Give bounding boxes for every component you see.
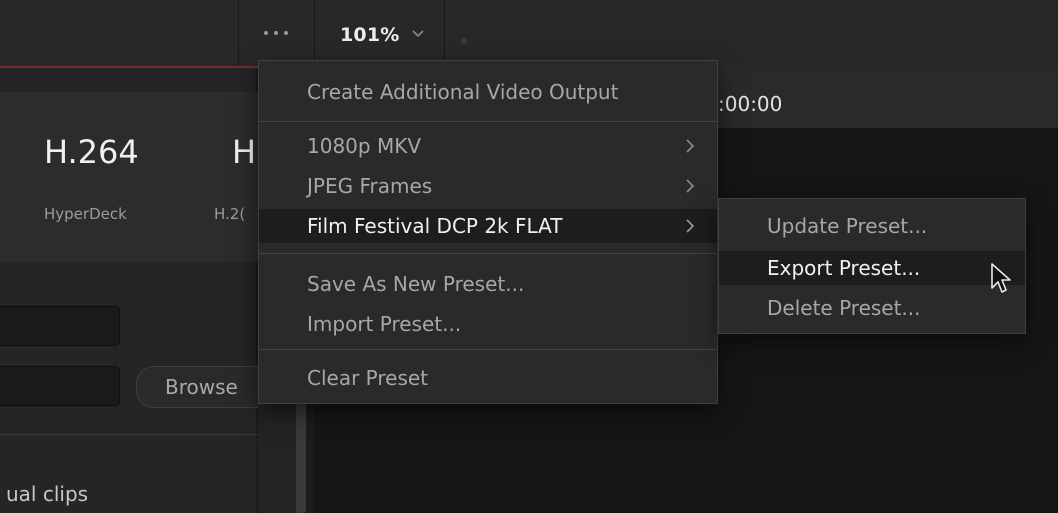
more-options-icon[interactable]	[250, 22, 302, 44]
preset-subtitle: H.2(	[214, 205, 246, 223]
menu-item-label: Film Festival DCP 2k FLAT	[307, 214, 563, 238]
menu-item-label: Create Additional Video Output	[307, 80, 619, 104]
preset-submenu: Update Preset... Export Preset... Delete…	[718, 198, 1026, 334]
browse-button[interactable]: Browse	[136, 366, 276, 408]
menu-item-create-video-output[interactable]: Create Additional Video Output	[259, 75, 717, 109]
status-dot-icon	[461, 38, 467, 44]
menu-item-label: 1080p MKV	[307, 134, 422, 158]
menu-item-label: JPEG Frames	[307, 174, 433, 198]
menu-item-label: Clear Preset	[307, 366, 429, 390]
chevron-down-icon[interactable]	[412, 30, 424, 38]
location-field[interactable]	[0, 366, 120, 406]
toolbar-divider	[314, 0, 315, 66]
zoom-level[interactable]: 101%	[340, 24, 400, 46]
preset-title: H.264	[44, 133, 139, 171]
menu-item-label: Update Preset...	[767, 214, 928, 238]
scrollbar[interactable]	[296, 400, 306, 513]
individual-clips-label: ual clips	[6, 482, 89, 506]
preset-card-h264-second[interactable]: H	[232, 133, 256, 171]
toolbar-divider	[444, 0, 445, 66]
preset-title: H	[232, 133, 257, 171]
section-divider	[0, 434, 258, 435]
preset-strip	[0, 92, 258, 262]
submenu-item-delete-preset[interactable]: Delete Preset...	[719, 291, 1025, 325]
preset-subtitle: HyperDeck	[44, 205, 127, 223]
menu-divider	[259, 121, 717, 122]
toolbar-divider	[238, 0, 239, 66]
menu-item-film-festival-dcp[interactable]: Film Festival DCP 2k FLAT	[259, 209, 717, 243]
active-indicator-line	[0, 66, 258, 68]
options-menu: Create Additional Video Output 1080p MKV…	[258, 60, 718, 404]
menu-item-jpeg-frames[interactable]: JPEG Frames	[259, 169, 717, 203]
menu-item-label: Save As New Preset...	[307, 272, 525, 296]
chevron-right-icon	[686, 179, 695, 193]
submenu-item-update-preset[interactable]: Update Preset...	[719, 209, 1025, 243]
menu-item-label: Import Preset...	[307, 312, 462, 336]
viewer-toolbar: 101%	[0, 0, 1058, 66]
preset-card-h264[interactable]: H.264	[44, 133, 139, 171]
menu-item-clear-preset[interactable]: Clear Preset	[259, 361, 717, 395]
menu-item-1080p-mkv[interactable]: 1080p MKV	[259, 129, 717, 163]
menu-item-import-preset[interactable]: Import Preset...	[259, 307, 717, 341]
filename-field[interactable]	[0, 306, 120, 346]
menu-divider	[259, 253, 717, 254]
menu-item-label: Export Preset...	[767, 256, 921, 280]
submenu-item-export-preset[interactable]: Export Preset...	[719, 251, 1025, 285]
timecode-display: :00:00	[718, 92, 783, 116]
menu-divider	[259, 349, 717, 350]
menu-item-label: Delete Preset...	[767, 296, 921, 320]
mouse-pointer-icon	[991, 263, 1011, 293]
menu-item-save-as-new-preset[interactable]: Save As New Preset...	[259, 267, 717, 301]
chevron-right-icon	[686, 139, 695, 153]
chevron-right-icon	[686, 219, 695, 233]
